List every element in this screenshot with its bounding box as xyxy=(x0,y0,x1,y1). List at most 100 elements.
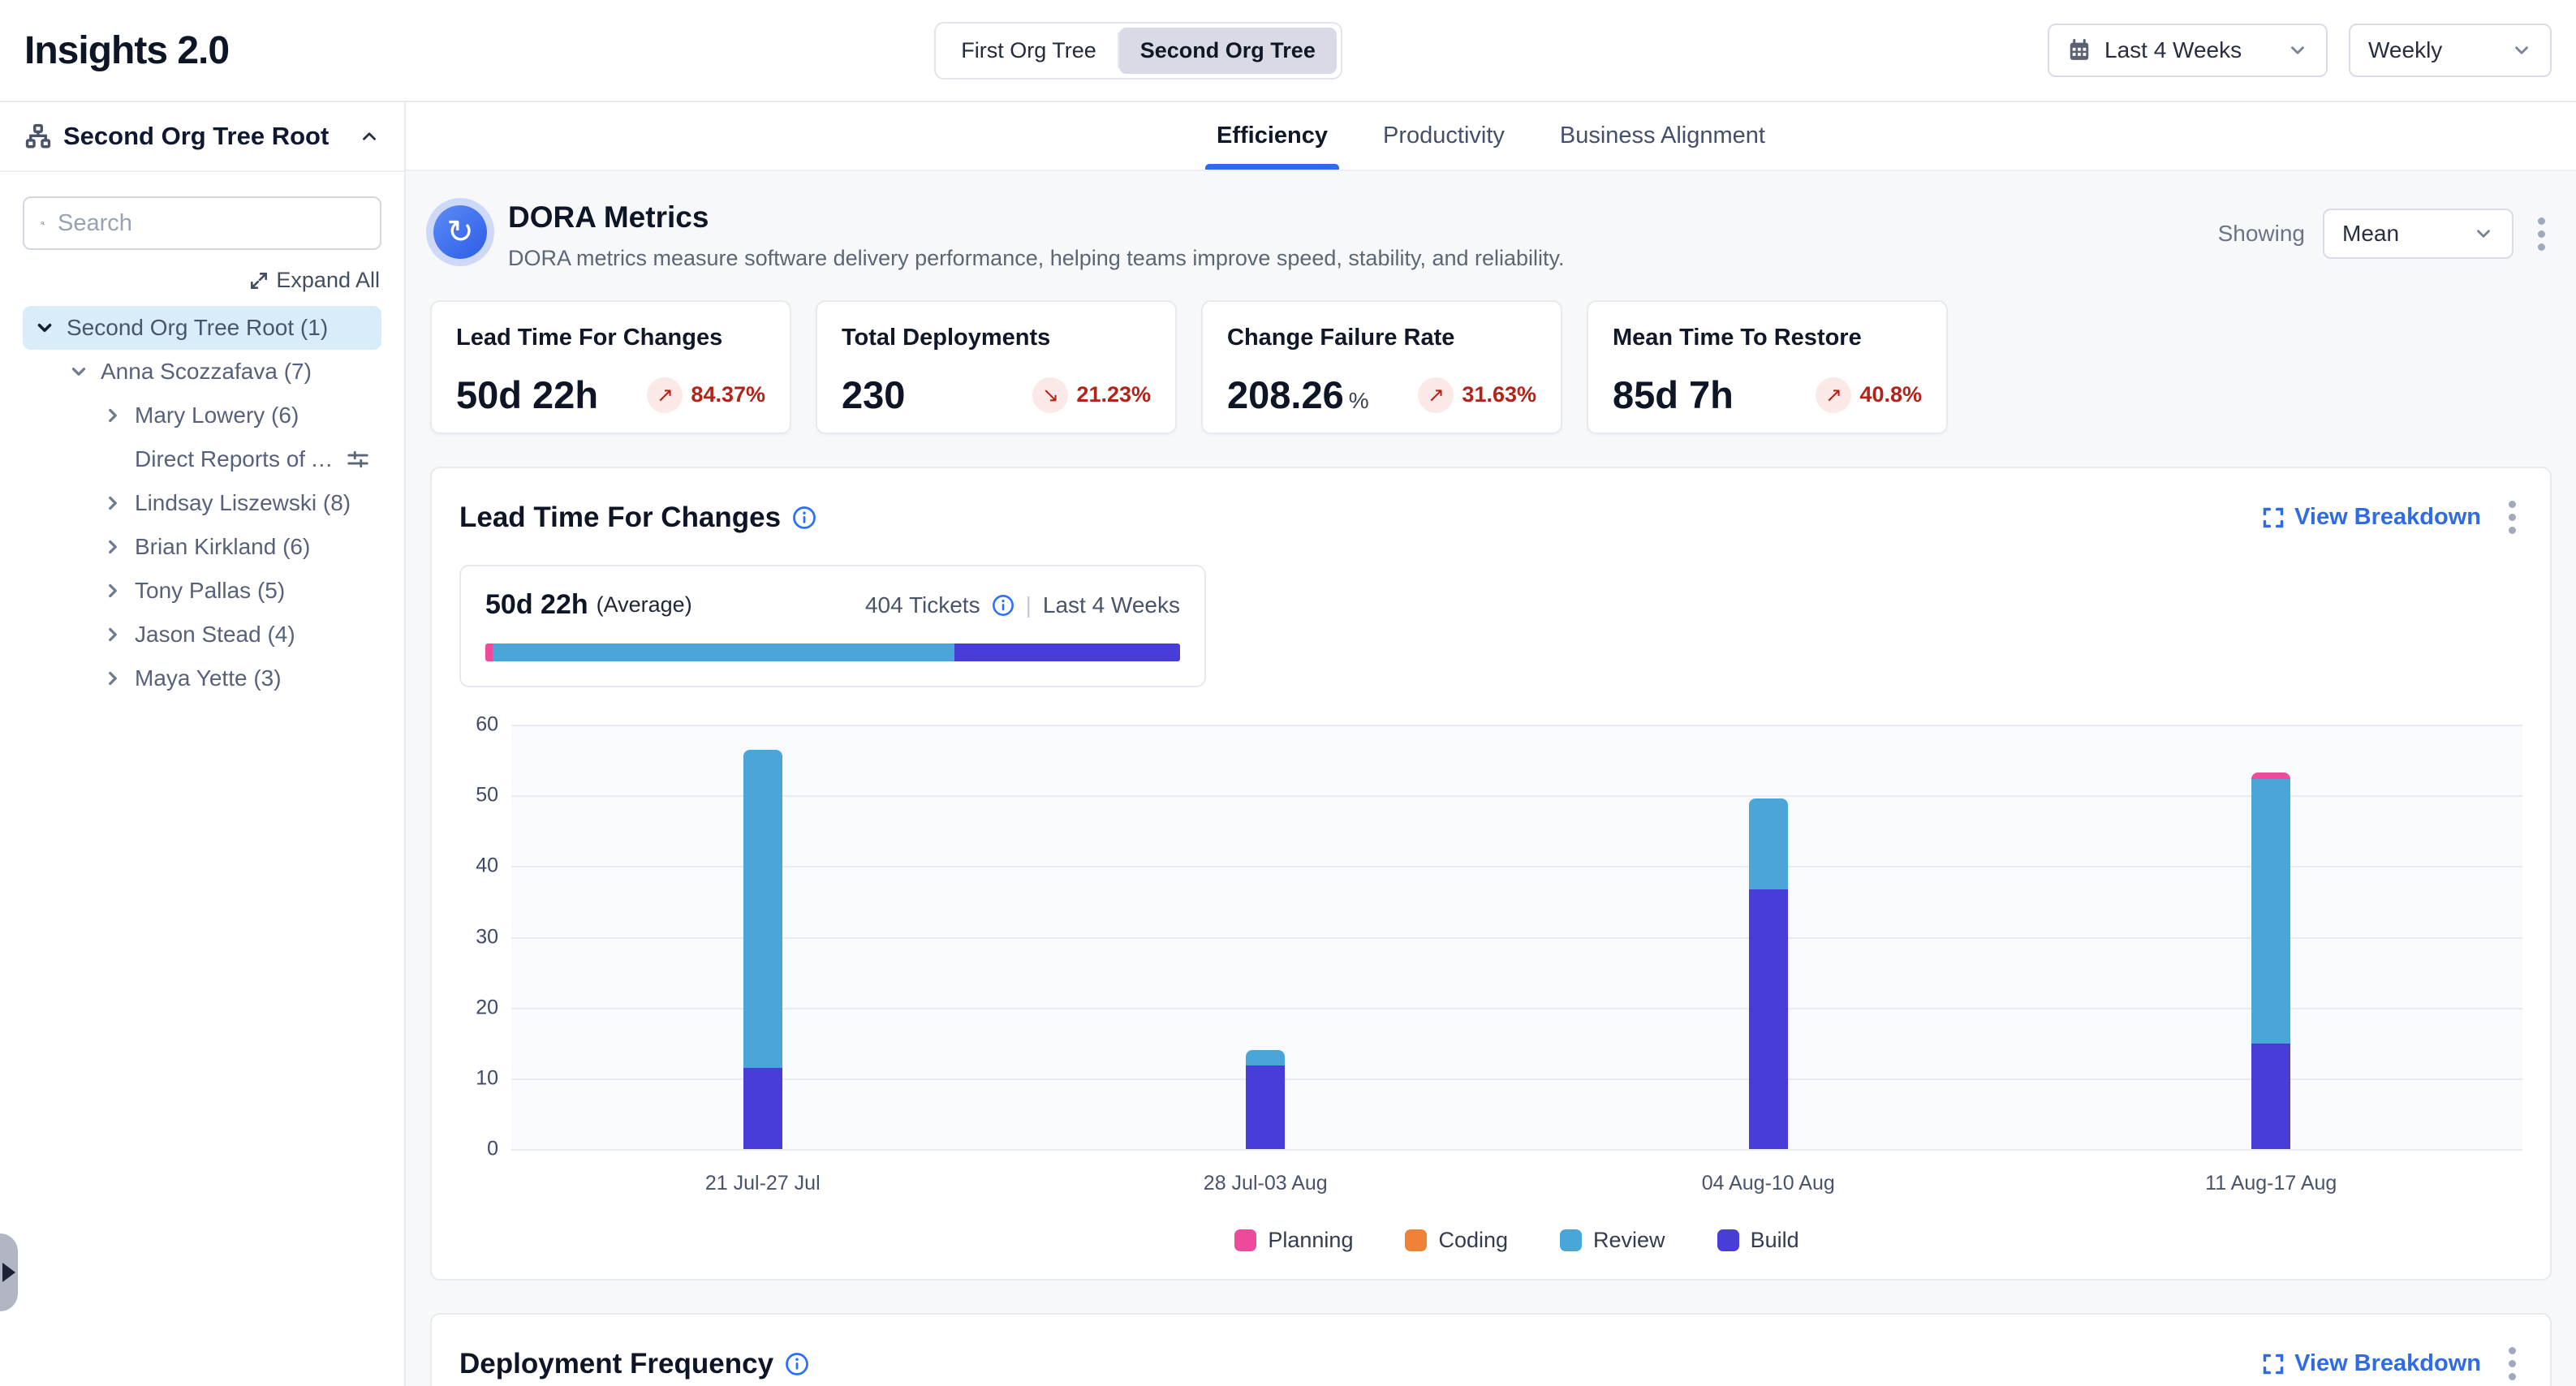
stacked-bar[interactable] xyxy=(1246,725,1285,1149)
filter-icon[interactable] xyxy=(346,447,370,471)
trend-badge: ↘21.23% xyxy=(1032,377,1151,413)
metric-card-value: 208.26% xyxy=(1227,372,1369,417)
chevron-right-icon xyxy=(102,536,123,557)
time-range-value: Last 4 Weeks xyxy=(2104,37,2274,63)
search-input[interactable] xyxy=(58,210,364,237)
tree-item[interactable]: Brian Kirkland (6) xyxy=(23,525,381,569)
view-breakdown-button[interactable]: View Breakdown xyxy=(2262,1350,2481,1377)
sidebar-collapse-button[interactable] xyxy=(359,126,380,147)
chevron-right-icon xyxy=(102,668,123,689)
tree-item[interactable]: Lindsay Liszewski (8) xyxy=(23,481,381,525)
y-axis-tick: 20 xyxy=(459,996,498,1019)
summary-average-value: 50d 22h xyxy=(485,589,588,621)
view-breakdown-label: View Breakdown xyxy=(2294,1350,2481,1377)
insights-app: Insights 2.0 First Org TreeSecond Org Tr… xyxy=(0,0,2576,1386)
tree-item[interactable]: Anna Scozzafava (7) xyxy=(23,350,381,394)
tree-item-label: Lindsay Liszewski (8) xyxy=(135,490,370,516)
legend-swatch xyxy=(1560,1229,1582,1251)
y-axis-tick: 10 xyxy=(459,1066,498,1090)
deployment-title: Deployment Frequency xyxy=(459,1348,773,1380)
time-range-select[interactable]: Last 4 Weeks xyxy=(2048,24,2328,77)
info-icon[interactable] xyxy=(792,506,816,530)
y-axis-tick: 30 xyxy=(459,925,498,949)
meta-divider: | xyxy=(1026,592,1032,618)
legend-label: Coding xyxy=(1438,1228,1508,1253)
metric-cards: Lead Time For Changes50d 22h↗84.37%Total… xyxy=(430,300,2552,434)
tab-productivity[interactable]: Productivity xyxy=(1378,102,1510,170)
dora-kebab-menu[interactable] xyxy=(2531,211,2552,257)
phase-segment-planning xyxy=(485,644,493,661)
metric-card-valuerow: 208.26% ↗31.63% xyxy=(1227,372,1536,417)
bar-segment-planning xyxy=(2251,773,2290,779)
tree-item[interactable]: Mary Lowery (6) xyxy=(23,394,381,437)
metric-card: Lead Time For Changes 50d 22h↗84.37% xyxy=(430,300,791,434)
trend-badge: ↗40.8% xyxy=(1816,377,1922,413)
expand-corners-icon xyxy=(2262,506,2285,529)
view-breakdown-button[interactable]: View Breakdown xyxy=(2262,504,2481,531)
metric-card-unit: % xyxy=(1349,388,1369,413)
chart-bar-column xyxy=(2020,725,2523,1149)
expand-all-label: Expand All xyxy=(276,268,380,293)
chevron-down-icon xyxy=(34,317,55,338)
org-toggle-second-org-tree[interactable]: Second Org Tree xyxy=(1119,28,1337,74)
org-tree-toggle: First Org TreeSecond Org Tree xyxy=(934,22,1342,80)
expand-all-icon xyxy=(248,270,269,291)
chevron-right-icon xyxy=(102,580,123,601)
tree-item[interactable]: Tony Pallas (5) xyxy=(23,569,381,613)
aggregation-select[interactable]: Mean xyxy=(2323,209,2514,259)
tree-item[interactable]: Maya Yette (3) xyxy=(23,656,381,700)
tree-item-label: Tony Pallas (5) xyxy=(135,578,370,604)
phase-distribution-bar xyxy=(485,644,1180,661)
showing-label: Showing xyxy=(2218,221,2305,247)
stacked-bar[interactable] xyxy=(2251,725,2290,1149)
x-axis-label: 04 Aug-10 Aug xyxy=(1517,1172,2020,1195)
legend-label: Review xyxy=(1593,1228,1665,1253)
chart-legend: Planning Coding Review Build xyxy=(511,1228,2522,1253)
metric-card-valuerow: 50d 22h↗84.37% xyxy=(456,372,765,417)
tab-business-alignment[interactable]: Business Alignment xyxy=(1555,102,1770,170)
trend-up-icon: ↗ xyxy=(1418,377,1454,413)
lead-time-summary: 50d 22h (Average) 404 Tickets | Last 4 W… xyxy=(459,565,1206,687)
summary-period: Last 4 Weeks xyxy=(1043,592,1180,618)
aggregation-value: Mean xyxy=(2342,221,2460,247)
info-icon[interactable] xyxy=(785,1352,809,1376)
app-header: Insights 2.0 First Org TreeSecond Org Tr… xyxy=(0,0,2576,102)
lead-time-panel: Lead Time For Changes View Breakdown xyxy=(430,467,2552,1281)
sidebar-resize-handle[interactable] xyxy=(0,1233,18,1311)
lead-time-kebab-menu[interactable] xyxy=(2502,494,2522,540)
stacked-bar[interactable] xyxy=(1749,725,1788,1149)
chart-bar-column xyxy=(1517,725,2020,1149)
info-icon[interactable] xyxy=(992,594,1014,617)
legend-item-build: Build xyxy=(1717,1228,1799,1253)
chevron-down-icon xyxy=(2287,40,2308,61)
trend-badge: ↗31.63% xyxy=(1418,377,1536,413)
lead-time-title: Lead Time For Changes xyxy=(459,501,781,534)
metric-card-label: Lead Time For Changes xyxy=(456,325,765,351)
trend-badge: ↗84.37% xyxy=(647,377,765,413)
deployment-kebab-menu[interactable] xyxy=(2502,1341,2522,1386)
sidebar-title: Second Org Tree Root xyxy=(63,122,347,151)
metric-card-label: Change Failure Rate xyxy=(1227,325,1536,351)
x-axis-label: 28 Jul-03 Aug xyxy=(1014,1172,1518,1195)
dora-title: DORA Metrics xyxy=(508,200,2218,235)
legend-item-planning: Planning xyxy=(1234,1228,1353,1253)
tree-item[interactable]: Direct Reports of A... xyxy=(23,437,381,481)
main-content: ↻ DORA Metrics DORA metrics measure soft… xyxy=(406,171,2576,1386)
chevron-right-icon xyxy=(102,405,123,426)
page-title: Insights 2.0 xyxy=(24,28,229,73)
phase-segment-build xyxy=(954,644,1180,661)
tab-efficiency[interactable]: Efficiency xyxy=(1212,102,1333,170)
granularity-select[interactable]: Weekly xyxy=(2349,24,2552,77)
chart-plot-area: 0102030405060 xyxy=(511,725,2522,1149)
chevron-up-icon xyxy=(359,126,380,147)
bar-segment-review xyxy=(1246,1050,1285,1065)
chevron-down-icon xyxy=(2473,223,2494,244)
tree-item[interactable]: Second Org Tree Root (1) xyxy=(23,306,381,350)
stacked-bar[interactable] xyxy=(743,725,782,1149)
x-axis-label: 11 Aug-17 Aug xyxy=(2020,1172,2523,1195)
org-toggle-first-org-tree[interactable]: First Org Tree xyxy=(940,28,1118,74)
tree-item-label: Mary Lowery (6) xyxy=(135,402,370,428)
tree-item[interactable]: Jason Stead (4) xyxy=(23,613,381,656)
expand-all-button[interactable]: Expand All xyxy=(0,268,380,293)
main-tabs: Efficiency Productivity Business Alignment xyxy=(406,102,2576,171)
